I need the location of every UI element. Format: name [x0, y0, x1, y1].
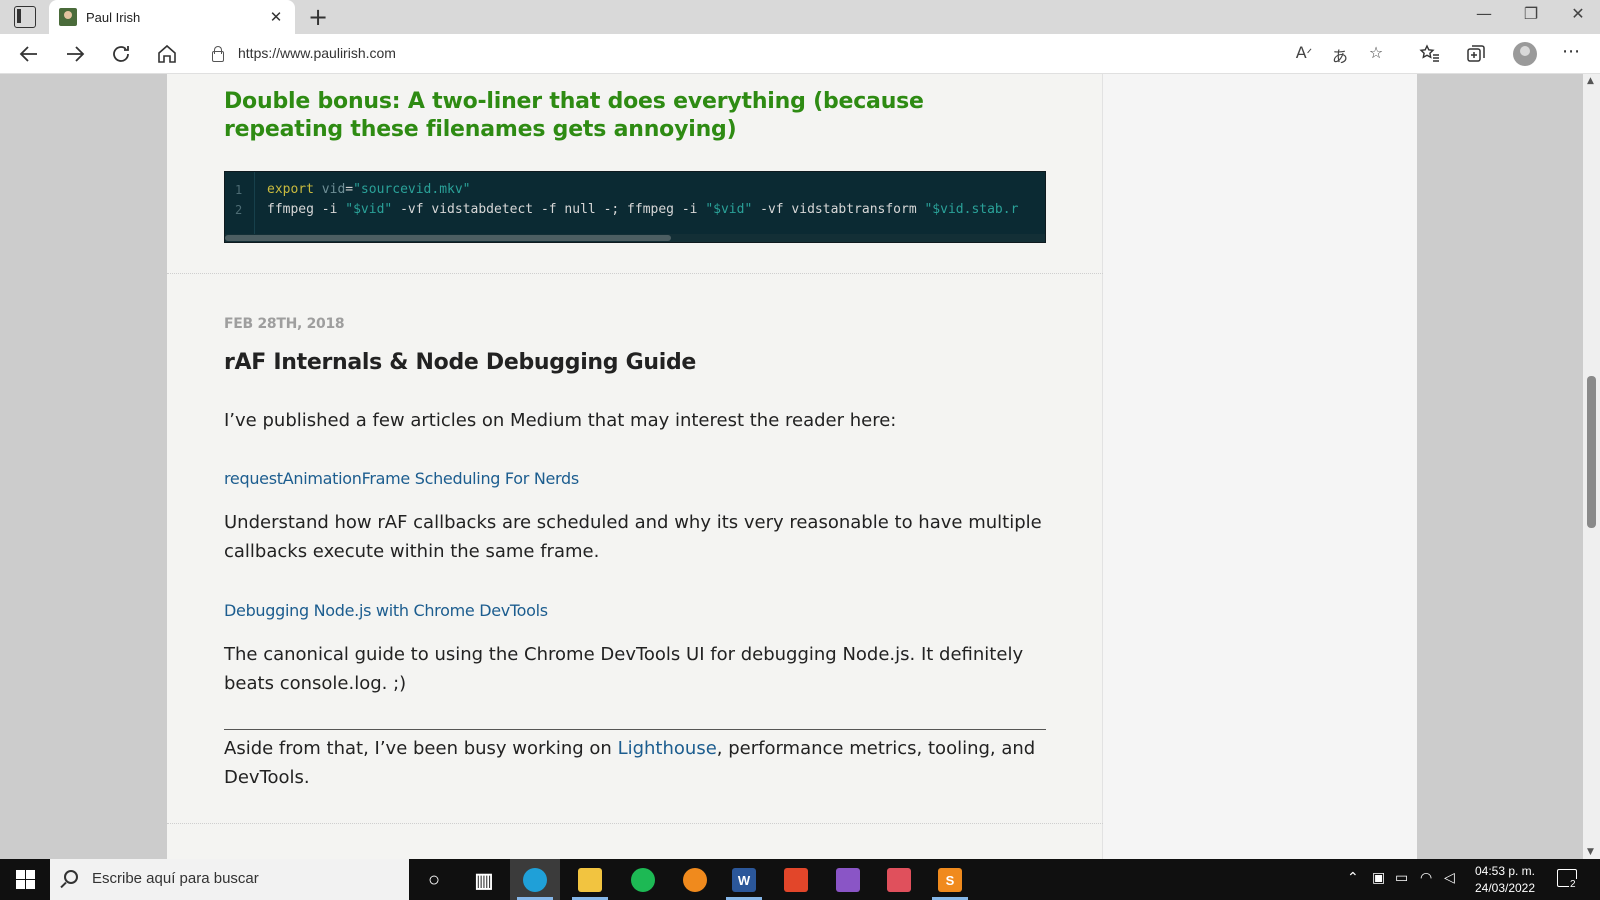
- favorites-icon[interactable]: [1418, 42, 1442, 66]
- aside-paragraph: Aside from that, I’ve been busy working …: [224, 738, 1036, 788]
- taskbar-task-view-icon[interactable]: ▥: [469, 865, 499, 895]
- sidebar-area: [1103, 74, 1417, 859]
- read-aloud-icon[interactable]: Aᐟ: [1293, 43, 1315, 62]
- code-gutter: 1 2: [225, 172, 255, 234]
- tray-meet-icon[interactable]: ▣: [1372, 870, 1385, 886]
- back-icon[interactable]: [17, 42, 41, 66]
- code-block: 1 2 export vid="sourcevid.mkv" ffmpeg -i…: [224, 171, 1046, 243]
- intro-paragraph: I’ve published a few articles on Medium …: [224, 410, 897, 431]
- address-bar[interactable]: https://www.paulirish.com Aᐟ あ ☆: [195, 38, 1403, 70]
- lock-icon[interactable]: [211, 46, 224, 62]
- link-node-debugging[interactable]: Debugging Node.js with Chrome DevTools: [224, 601, 548, 620]
- taskbar-file-explorer-icon[interactable]: [575, 865, 605, 895]
- profile-avatar-icon[interactable]: [1513, 42, 1537, 66]
- code-horizontal-scrollbar[interactable]: [225, 234, 1045, 242]
- line-number: 1: [235, 183, 243, 197]
- taskbar-acrobat-icon[interactable]: [884, 865, 914, 895]
- tab-actions-icon[interactable]: [14, 6, 36, 28]
- restore-button[interactable]: ❐: [1516, 4, 1546, 23]
- scroll-down-icon[interactable]: ▼: [1587, 847, 1594, 857]
- close-window-button[interactable]: ✕: [1563, 4, 1593, 23]
- code-scroll-thumb[interactable]: [225, 235, 671, 241]
- refresh-icon[interactable]: [109, 42, 133, 66]
- forward-icon[interactable]: [63, 42, 87, 66]
- tab-paul-irish[interactable]: Paul Irish ✕: [49, 0, 295, 34]
- link-raf-scheduling[interactable]: requestAnimationFrame Scheduling For Ner…: [224, 469, 579, 488]
- clock-time: 04:53 p. m.: [1474, 864, 1536, 878]
- taskbar-search-box[interactable]: Escribe aquí para buscar: [50, 859, 409, 900]
- raf-description: Understand how rAF callbacks are schedul…: [224, 512, 1042, 562]
- home-icon[interactable]: [155, 42, 179, 66]
- volume-icon[interactable]: ◁: [1444, 870, 1455, 886]
- tab-title: Paul Irish: [86, 9, 141, 25]
- search-icon: [64, 870, 78, 884]
- tray-chevron-up-icon[interactable]: ⌃: [1347, 870, 1359, 886]
- scroll-up-icon[interactable]: ▲: [1587, 76, 1594, 86]
- star-add-icon[interactable]: ☆: [1365, 43, 1387, 62]
- code-line: ffmpeg -i "$vid" -vf vidstabdetect -f nu…: [267, 202, 1019, 217]
- scroll-thumb[interactable]: [1587, 376, 1596, 528]
- wifi-icon[interactable]: ◠: [1420, 870, 1432, 886]
- more-icon[interactable]: ⋯: [1559, 40, 1583, 64]
- node-description: The canonical guide to using the Chrome …: [224, 644, 1024, 694]
- post-divider: [167, 823, 1103, 824]
- horizontal-rule: [224, 729, 1046, 730]
- tab-close-icon[interactable]: ✕: [267, 8, 285, 26]
- post-date: FEB 28TH, 2018: [224, 316, 345, 332]
- taskbar-office-icon[interactable]: [781, 865, 811, 895]
- post-title[interactable]: rAF Internals & Node Debugging Guide: [224, 350, 696, 375]
- clock-date: 24/03/2022: [1474, 881, 1536, 895]
- page-scrollbar[interactable]: ▲ ▼: [1583, 74, 1600, 859]
- taskbar-cortana-icon[interactable]: ○: [419, 865, 449, 895]
- post-divider: [167, 273, 1103, 274]
- code-line: export vid="sourcevid.mkv": [267, 182, 471, 197]
- favicon-icon: [59, 8, 77, 26]
- browser-toolbar: https://www.paulirish.com Aᐟ あ ☆ ⋯: [0, 34, 1600, 74]
- windows-taskbar: Escribe aquí para buscar ○ ▥ W S ⌃ ▣ ▭ ◠ ◁ …: [0, 859, 1600, 900]
- bonus-heading: Double bonus: A two-liner that does ever…: [224, 89, 924, 142]
- collections-icon[interactable]: [1464, 42, 1488, 66]
- line-number: 2: [235, 203, 243, 217]
- lighthouse-link[interactable]: Lighthouse: [618, 738, 717, 759]
- minimize-button[interactable]: —: [1469, 4, 1499, 23]
- taskbar-spotify-icon[interactable]: [628, 865, 658, 895]
- search-placeholder: Escribe aquí para buscar: [92, 870, 259, 887]
- taskbar-brave-icon[interactable]: [680, 865, 710, 895]
- taskbar-word-icon[interactable]: W: [729, 865, 759, 895]
- url-text[interactable]: https://www.paulirish.com: [238, 45, 396, 61]
- taskbar-clock[interactable]: 04:53 p. m. 24/03/2022: [1470, 863, 1540, 897]
- notification-count: 2: [1569, 879, 1577, 890]
- taskbar-visual-studio-icon[interactable]: [833, 865, 863, 895]
- translate-icon[interactable]: あ: [1329, 43, 1351, 67]
- battery-icon[interactable]: ▭: [1395, 870, 1408, 886]
- windows-start-icon[interactable]: [16, 870, 35, 889]
- new-tab-button[interactable]: +: [308, 3, 328, 31]
- taskbar-sublime-text-icon[interactable]: S: [935, 865, 965, 895]
- tab-strip: Paul Irish ✕ + — ❐ ✕: [0, 0, 1600, 34]
- taskbar-edge-icon[interactable]: [520, 865, 550, 895]
